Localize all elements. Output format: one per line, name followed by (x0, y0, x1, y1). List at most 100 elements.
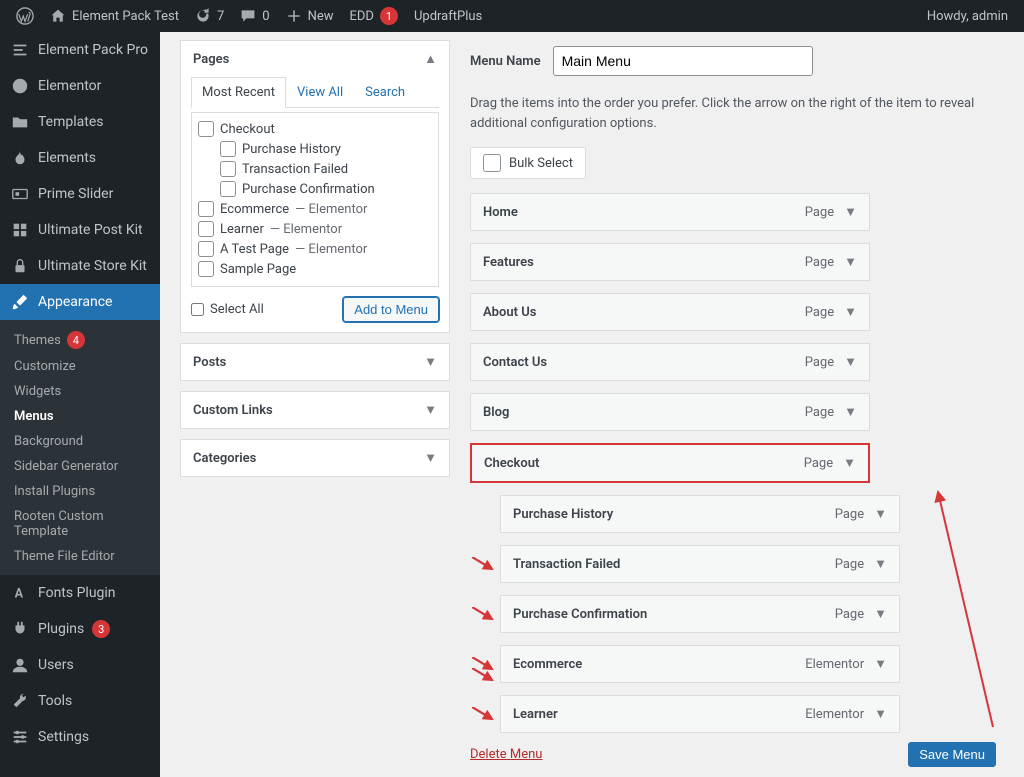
menu-item-type: Page (805, 205, 834, 220)
page-list-item[interactable]: Transaction Failed (198, 159, 432, 179)
sidebar-item-prime-slider[interactable]: Prime Slider (0, 176, 160, 212)
chevron-down-icon[interactable]: ▼ (844, 304, 857, 320)
edd-label: EDD (350, 9, 374, 24)
sidebar-item-elements[interactable]: Elements (0, 140, 160, 176)
new-content-link[interactable]: New (278, 0, 342, 32)
page-list-item[interactable]: Learner — Elementor (198, 219, 432, 239)
submenu-themes[interactable]: Themes 4 (0, 326, 160, 354)
sidebar-item-templates[interactable]: Templates (0, 104, 160, 140)
chevron-down-icon[interactable]: ▼ (844, 404, 857, 420)
tab-view-all[interactable]: View All (286, 77, 354, 108)
menu-item[interactable]: Transaction FailedPage▼ (500, 545, 900, 583)
page-list-item[interactable]: A Test Page — Elementor (198, 239, 432, 259)
sidebar-item-ultimate-post-kit[interactable]: Ultimate Post Kit (0, 212, 160, 248)
delete-menu-link[interactable]: Delete Menu (470, 747, 542, 762)
annotation-arrow-small (472, 657, 494, 671)
edd-link[interactable]: EDD 1 (342, 0, 406, 32)
metabox-custom-links-header[interactable]: Custom Links ▼ (181, 392, 449, 428)
menu-item-title: Purchase Confirmation (513, 607, 647, 622)
page-list-item[interactable]: Purchase Confirmation (198, 179, 432, 199)
pages-checklist[interactable]: CheckoutPurchase HistoryTransaction Fail… (191, 112, 439, 287)
menu-item[interactable]: CheckoutPage▼ (470, 443, 870, 483)
metabox-categories-header[interactable]: Categories ▼ (181, 440, 449, 476)
refresh-link[interactable]: 7 (187, 0, 232, 32)
save-menu-button[interactable]: Save Menu (908, 742, 996, 767)
page-checkbox[interactable] (220, 161, 236, 177)
add-to-menu-button[interactable]: Add to Menu (343, 297, 439, 322)
menu-item[interactable]: BlogPage▼ (470, 393, 870, 431)
menu-name-input[interactable] (553, 46, 813, 76)
menu-item-title: Ecommerce (513, 657, 582, 672)
submenu-theme-file-editor[interactable]: Theme File Editor (0, 544, 160, 569)
admin-bar: Element Pack Test 7 0 New EDD 1 UpdraftP… (0, 0, 1024, 32)
menu-item[interactable]: Purchase ConfirmationPage▼ (500, 595, 900, 633)
sidebar-item-fonts-plugin[interactable]: A Fonts Plugin (0, 575, 160, 611)
menu-item[interactable]: LearnerElementor▼ (500, 695, 900, 733)
themes-count: 4 (67, 331, 85, 349)
sidebar-item-ultimate-store-kit[interactable]: Ultimate Store Kit (0, 248, 160, 284)
page-checkbox[interactable] (198, 261, 214, 277)
chevron-down-icon[interactable]: ▼ (843, 455, 856, 471)
submenu-background[interactable]: Background (0, 429, 160, 454)
submenu-customize[interactable]: Customize (0, 354, 160, 379)
menu-item-type: Page (805, 355, 834, 370)
chevron-up-icon: ▲ (424, 51, 437, 67)
sidebar-item-settings[interactable]: Settings (0, 719, 160, 755)
page-checkbox[interactable] (220, 141, 236, 157)
comments-link[interactable]: 0 (232, 0, 277, 32)
bulk-select-toggle[interactable]: Bulk Select (470, 147, 586, 179)
page-list-item[interactable]: Ecommerce — Elementor (198, 199, 432, 219)
menu-name-label: Menu Name (470, 54, 541, 69)
page-checkbox[interactable] (220, 181, 236, 197)
tab-search[interactable]: Search (354, 77, 416, 108)
chevron-down-icon[interactable]: ▼ (874, 556, 887, 572)
page-list-item[interactable]: Purchase History (198, 139, 432, 159)
menu-item-title: Learner (513, 707, 558, 722)
submenu-rooten-template[interactable]: Rooten Custom Template (0, 504, 160, 544)
sidebar-item-element-pack-pro[interactable]: Element Pack Pro (0, 32, 160, 68)
chevron-down-icon[interactable]: ▼ (874, 506, 887, 522)
chevron-down-icon[interactable]: ▼ (874, 706, 887, 722)
menu-item-type: Elementor (805, 657, 864, 672)
page-list-item[interactable]: Checkout (198, 119, 432, 139)
page-checkbox[interactable] (198, 121, 214, 137)
menu-item[interactable]: About UsPage▼ (470, 293, 870, 331)
site-home-link[interactable]: Element Pack Test (42, 0, 187, 32)
sidebar-item-tools[interactable]: Tools (0, 683, 160, 719)
metabox-posts-header[interactable]: Posts ▼ (181, 344, 449, 380)
page-checkbox[interactable] (198, 201, 214, 217)
menu-item-title: About Us (483, 305, 536, 320)
bulk-select-checkbox[interactable] (483, 154, 501, 172)
page-checkbox[interactable] (198, 241, 214, 257)
metabox-pages-header[interactable]: Pages ▲ (181, 41, 449, 77)
howdy-user[interactable]: Howdy, admin (919, 0, 1016, 32)
sidebar-item-users[interactable]: Users (0, 647, 160, 683)
chevron-down-icon[interactable]: ▼ (874, 656, 887, 672)
sidebar-item-appearance[interactable]: Appearance (0, 284, 160, 320)
menu-item[interactable]: Contact UsPage▼ (470, 343, 870, 381)
tab-most-recent[interactable]: Most Recent (191, 77, 286, 108)
select-all-checkbox[interactable] (191, 303, 204, 316)
chevron-down-icon[interactable]: ▼ (874, 606, 887, 622)
menu-item[interactable]: Purchase HistoryPage▼ (500, 495, 900, 533)
menu-item-type: Page (805, 405, 834, 420)
menu-item[interactable]: Ecommerce Elementor ▼ (500, 645, 900, 683)
submenu-sidebar-generator[interactable]: Sidebar Generator (0, 454, 160, 479)
updraftplus-link[interactable]: UpdraftPlus (406, 0, 490, 32)
menu-item[interactable]: FeaturesPage▼ (470, 243, 870, 281)
page-list-item[interactable]: Sample Page (198, 259, 432, 279)
submenu-install-plugins[interactable]: Install Plugins (0, 479, 160, 504)
submenu-widgets[interactable]: Widgets (0, 379, 160, 404)
menu-item[interactable]: HomePage▼ (470, 193, 870, 231)
sidebar-item-elementor[interactable]: Elementor (0, 68, 160, 104)
select-all-pages[interactable]: Select All (191, 302, 264, 317)
submenu-menus[interactable]: Menus (0, 404, 160, 429)
menu-item-title: Checkout (484, 456, 539, 471)
sidebar-item-plugins[interactable]: Plugins 3 (0, 611, 160, 647)
page-checkbox[interactable] (198, 221, 214, 237)
chevron-down-icon[interactable]: ▼ (844, 354, 857, 370)
annotation-arrow-small (472, 607, 494, 621)
chevron-down-icon[interactable]: ▼ (844, 254, 857, 270)
wp-logo-icon[interactable] (8, 0, 42, 32)
chevron-down-icon[interactable]: ▼ (844, 204, 857, 220)
